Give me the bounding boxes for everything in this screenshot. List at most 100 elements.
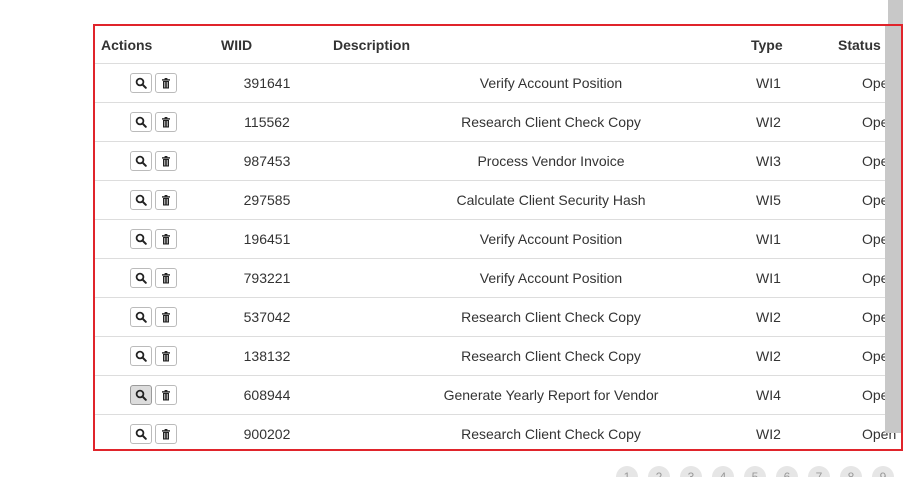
description-cell: Calculate Client Security Hash [327, 180, 745, 220]
magnifier-icon [135, 350, 147, 362]
delete-button[interactable] [155, 268, 177, 288]
view-button[interactable] [130, 268, 152, 288]
type-cell: WI1 [745, 258, 832, 298]
trash-icon [161, 77, 171, 89]
magnifier-icon [135, 155, 147, 167]
trash-icon [161, 116, 171, 128]
delete-button[interactable] [155, 385, 177, 405]
actions-cell [95, 141, 215, 181]
description-cell: Research Client Check Copy [327, 297, 745, 337]
trash-icon [161, 311, 171, 323]
type-cell: WI2 [745, 336, 832, 376]
table-row[interactable]: 115562 Research Client Check Copy WI2 Ope [95, 102, 901, 142]
wiid-cell: 987453 [215, 141, 327, 181]
view-button[interactable] [130, 346, 152, 366]
view-button[interactable] [130, 385, 152, 405]
view-button[interactable] [130, 151, 152, 171]
description-cell: Generate Yearly Report for Vendor [327, 375, 745, 415]
wiid-cell: 196451 [215, 219, 327, 259]
description-cell: Verify Account Position [327, 219, 745, 259]
page-button[interactable]: 9 [872, 466, 894, 477]
delete-button[interactable] [155, 229, 177, 249]
vertical-scrollbar[interactable] [885, 26, 901, 433]
table-row[interactable]: 138132 Research Client Check Copy WI2 Ope [95, 336, 901, 376]
wiid-cell: 115562 [215, 102, 327, 142]
wiid-cell: 297585 [215, 180, 327, 220]
magnifier-icon [135, 194, 147, 206]
delete-button[interactable] [155, 151, 177, 171]
delete-button[interactable] [155, 346, 177, 366]
wiid-cell: 138132 [215, 336, 327, 376]
type-cell: WI2 [745, 297, 832, 337]
trash-icon [161, 428, 171, 440]
table-row[interactable]: 537042 Research Client Check Copy WI2 Ope [95, 297, 901, 337]
column-header-description[interactable]: Description [327, 26, 745, 64]
description-cell: Verify Account Position [327, 258, 745, 298]
type-cell: WI1 [745, 219, 832, 259]
wiid-cell: 391641 [215, 63, 327, 103]
magnifier-icon [135, 233, 147, 245]
scrollbar-top[interactable] [888, 0, 903, 24]
trash-icon [161, 155, 171, 167]
table-row[interactable]: 793221 Verify Account Position WI1 Ope [95, 258, 901, 298]
delete-button[interactable] [155, 307, 177, 327]
type-cell: WI2 [756, 426, 781, 442]
actions-cell [95, 180, 215, 220]
actions-cell [95, 297, 215, 337]
table-header-row: Actions WIID Description Type Status [95, 26, 901, 64]
type-cell: WI5 [745, 180, 832, 220]
page-button[interactable]: 3 [680, 466, 702, 477]
description-cell: Research Client Check Copy [327, 102, 745, 142]
trash-icon [161, 389, 171, 401]
description-cell: Verify Account Position [327, 63, 745, 103]
magnifier-icon [135, 77, 147, 89]
view-button[interactable] [130, 112, 152, 132]
column-header-wiid[interactable]: WIID [215, 26, 327, 64]
actions-cell [95, 258, 215, 298]
view-button[interactable] [130, 229, 152, 249]
delete-button[interactable] [155, 112, 177, 132]
page-button[interactable]: 5 [744, 466, 766, 477]
type-cell: WI1 [745, 63, 832, 103]
work-items-table: Actions WIID Description Type Status 391… [95, 26, 901, 450]
trash-icon [161, 350, 171, 362]
wiid-cell: 900202 [243, 426, 291, 442]
description-cell: Research Client Check Copy [327, 336, 745, 376]
table-row[interactable]: 297585 Calculate Client Security Hash WI5 O… [95, 180, 901, 220]
table-row[interactable]: 987453 Process Vendor Invoice WI3 Ope [95, 141, 901, 181]
actions-cell [95, 375, 215, 415]
wiid-cell: 793221 [215, 258, 327, 298]
trash-icon [161, 194, 171, 206]
magnifier-icon [135, 311, 147, 323]
trash-icon [161, 233, 171, 245]
page-button[interactable]: 8 [840, 466, 862, 477]
delete-button[interactable] [155, 190, 177, 210]
table-row[interactable]: 196451 Verify Account Position WI1 Ope [95, 219, 901, 259]
table-row[interactable]: 391641 Verify Account Position WI1 Ope [95, 63, 901, 103]
view-button[interactable] [130, 424, 152, 444]
table-row[interactable]: 900202 Research Client Check Copy WI2 Open [95, 415, 901, 450]
column-header-actions[interactable]: Actions [95, 26, 215, 64]
actions-cell [95, 219, 215, 259]
page-button[interactable]: 6 [776, 466, 798, 477]
type-cell: WI2 [745, 102, 832, 142]
actions-cell [95, 336, 215, 376]
delete-button[interactable] [155, 73, 177, 93]
delete-button[interactable] [155, 424, 177, 444]
column-header-type[interactable]: Type [745, 26, 832, 64]
page-button[interactable]: 4 [712, 466, 734, 477]
work-items-grid: Actions WIID Description Type Status 391… [93, 24, 903, 451]
type-cell: WI3 [745, 141, 832, 181]
page-button[interactable]: 1 [616, 466, 638, 477]
actions-cell [95, 415, 215, 450]
description-cell: Process Vendor Invoice [327, 141, 745, 181]
wiid-cell: 608944 [215, 375, 327, 415]
magnifier-icon [135, 272, 147, 284]
view-button[interactable] [130, 307, 152, 327]
view-button[interactable] [130, 190, 152, 210]
page-button[interactable]: 7 [808, 466, 830, 477]
magnifier-icon [135, 389, 147, 401]
view-button[interactable] [130, 73, 152, 93]
table-row[interactable]: 608944 Generate Yearly Report for Vendor W… [95, 375, 901, 415]
page-button[interactable]: 2 [648, 466, 670, 477]
